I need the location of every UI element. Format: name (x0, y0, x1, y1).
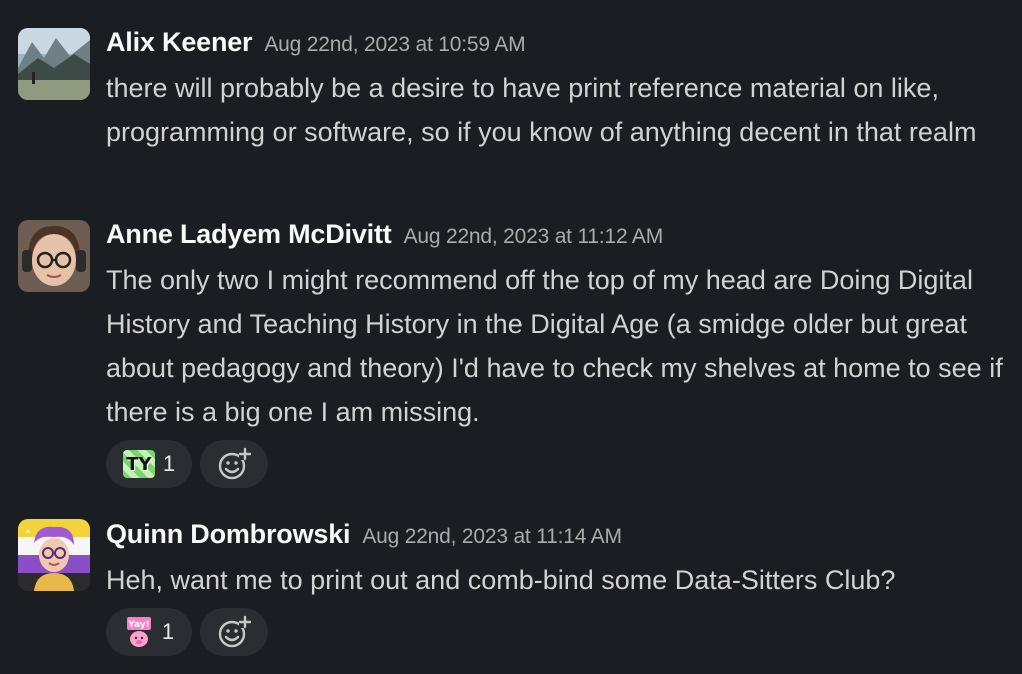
reaction-count: 1 (162, 451, 176, 476)
add-reaction-icon (217, 615, 251, 649)
avatar-quinn[interactable] (18, 519, 90, 591)
add-reaction-icon (217, 447, 251, 481)
timestamp[interactable]: Aug 22nd, 2023 at 10:59 AM (264, 33, 525, 56)
reaction-yay[interactable]: Yay! 1 (106, 608, 192, 656)
message-text: there will probably be a desire to have … (106, 73, 977, 147)
reactions-bar: TY 1 (106, 440, 268, 488)
ty-emoji-icon: TY (122, 450, 155, 478)
author-name-text[interactable]: Anne Ladyem McDivitt (106, 219, 392, 249)
author-name[interactable]: Quinn Dombrowski Aug 22nd, 2023 at 11:14 … (106, 519, 622, 550)
author-name[interactable]: Alix Keener Aug 22nd, 2023 at 10:59 AM (106, 27, 526, 58)
author-name-text[interactable]: Alix Keener (106, 27, 253, 57)
avatar-anne[interactable] (18, 220, 90, 292)
reaction-count: 1 (161, 619, 175, 644)
author-name-text[interactable]: Quinn Dombrowski (106, 519, 351, 549)
yay-emoji-icon: Yay! (124, 616, 154, 648)
timestamp[interactable]: Aug 22nd, 2023 at 11:14 AM (362, 525, 622, 548)
author-name[interactable]: Anne Ladyem McDivitt Aug 22nd, 2023 at 11… (106, 219, 663, 250)
message-text: The only two I might recommend off the t… (106, 265, 1003, 427)
avatar-alix[interactable] (18, 28, 90, 100)
reactions-bar: Yay! 1 (106, 608, 268, 656)
add-reaction-button[interactable] (200, 608, 268, 656)
message-text: Heh, want me to print out and comb-bind … (106, 565, 896, 595)
timestamp[interactable]: Aug 22nd, 2023 at 11:12 AM (404, 225, 664, 248)
add-reaction-button[interactable] (200, 440, 268, 488)
svg-text:Yay!: Yay! (127, 620, 149, 630)
reaction-ty[interactable]: TY 1 (106, 440, 192, 488)
